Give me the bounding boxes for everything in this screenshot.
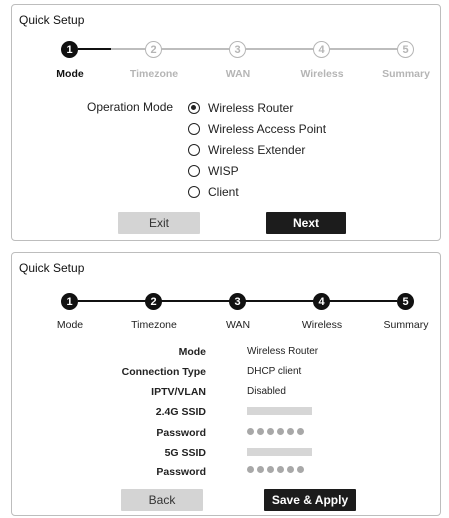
mask-dot (277, 428, 284, 435)
password24-masked-dots (247, 428, 304, 435)
summary-connection-label: Connection Type (121, 366, 206, 378)
mask-dot (277, 466, 284, 473)
step-4-circle: 4 (313, 41, 330, 58)
step-3-circle: 3 (229, 293, 246, 310)
radio-wireless-router[interactable]: Wireless Router (188, 101, 293, 115)
summary-ssid24-label: 2.4G SSID (155, 406, 206, 418)
radio-icon[interactable] (188, 186, 200, 198)
stepper-line-done (78, 48, 111, 50)
step-2-circle: 2 (145, 293, 162, 310)
radio-client[interactable]: Client (188, 185, 239, 199)
stepper-line (162, 48, 229, 50)
save-apply-button[interactable]: Save & Apply (264, 489, 356, 511)
step-5-label: Summary (382, 68, 430, 80)
radio-icon[interactable] (188, 144, 200, 156)
step-5-circle: 5 (397, 41, 414, 58)
summary-password5-label: Password (156, 466, 206, 478)
mask-dot (247, 428, 254, 435)
quick-setup-mode-panel: Quick Setup 1 2 3 4 5 Mode Timezone WAN … (11, 4, 441, 241)
next-button[interactable]: Next (266, 212, 346, 234)
mask-dot (257, 428, 264, 435)
step-3-circle: 3 (229, 41, 246, 58)
mask-dot (247, 466, 254, 473)
mask-dot (257, 466, 264, 473)
radio-wireless-access-point[interactable]: Wireless Access Point (188, 122, 326, 136)
exit-button[interactable]: Exit (118, 212, 200, 234)
step-2-label: Timezone (129, 68, 179, 80)
quick-setup-summary-panel: Quick Setup 1 2 3 4 5 Mode Timezone WAN … (11, 252, 441, 516)
summary-iptv-value: Disabled (247, 386, 286, 397)
mask-dot (287, 466, 294, 473)
mask-dot (297, 466, 304, 473)
summary-mode-value: Wireless Router (247, 346, 319, 357)
summary-password24-label: Password (156, 427, 206, 439)
stepper-line (246, 48, 313, 50)
step-1-circle: 1 (61, 293, 78, 310)
summary-iptv-label: IPTV/VLAN (151, 386, 206, 398)
radio-icon[interactable] (188, 165, 200, 177)
step-1-label: Mode (56, 319, 84, 331)
setup-stepper: 1 2 3 4 5 Mode Timezone WAN Wireless Sum… (12, 5, 442, 85)
mask-dot (267, 466, 274, 473)
mask-dot (287, 428, 294, 435)
radio-label: Wireless Extender (208, 143, 306, 157)
radio-wisp[interactable]: WISP (188, 164, 239, 178)
radio-label: Wireless Access Point (208, 122, 327, 136)
radio-checked-icon[interactable] (188, 102, 200, 114)
stepper-line (330, 48, 397, 50)
step-4-label: Wireless (301, 319, 343, 331)
summary-mode-label: Mode (178, 346, 206, 358)
password5-masked-dots (247, 466, 304, 473)
step-4-label: Wireless (300, 68, 344, 80)
stepper-line (111, 48, 145, 50)
radio-wireless-extender[interactable]: Wireless Extender (188, 143, 305, 157)
setup-stepper: 1 2 3 4 5 Mode Timezone WAN Wireless Sum… (12, 253, 442, 333)
step-3-label: WAN (225, 319, 251, 331)
step-2-label: Timezone (131, 319, 177, 331)
step-5-circle: 5 (397, 293, 414, 310)
radio-icon[interactable] (188, 123, 200, 135)
radio-label: Client (208, 185, 239, 199)
step-3-label: WAN (225, 68, 251, 80)
ssid24-masked-value (247, 407, 312, 415)
step-2-circle: 2 (145, 41, 162, 58)
step-4-circle: 4 (313, 293, 330, 310)
operation-mode-label: Operation Mode (87, 100, 174, 114)
step-1-label: Mode (56, 68, 84, 80)
summary-ssid5-label: 5G SSID (164, 447, 206, 459)
mask-dot (297, 428, 304, 435)
step-5-label: Summary (383, 319, 429, 331)
back-button[interactable]: Back (121, 489, 203, 511)
ssid5-masked-value (247, 448, 312, 456)
step-1-circle: 1 (61, 41, 78, 58)
radio-label: WISP (208, 164, 239, 178)
summary-connection-value: DHCP client (247, 366, 302, 377)
radio-label: Wireless Router (208, 101, 294, 115)
mask-dot (267, 428, 274, 435)
